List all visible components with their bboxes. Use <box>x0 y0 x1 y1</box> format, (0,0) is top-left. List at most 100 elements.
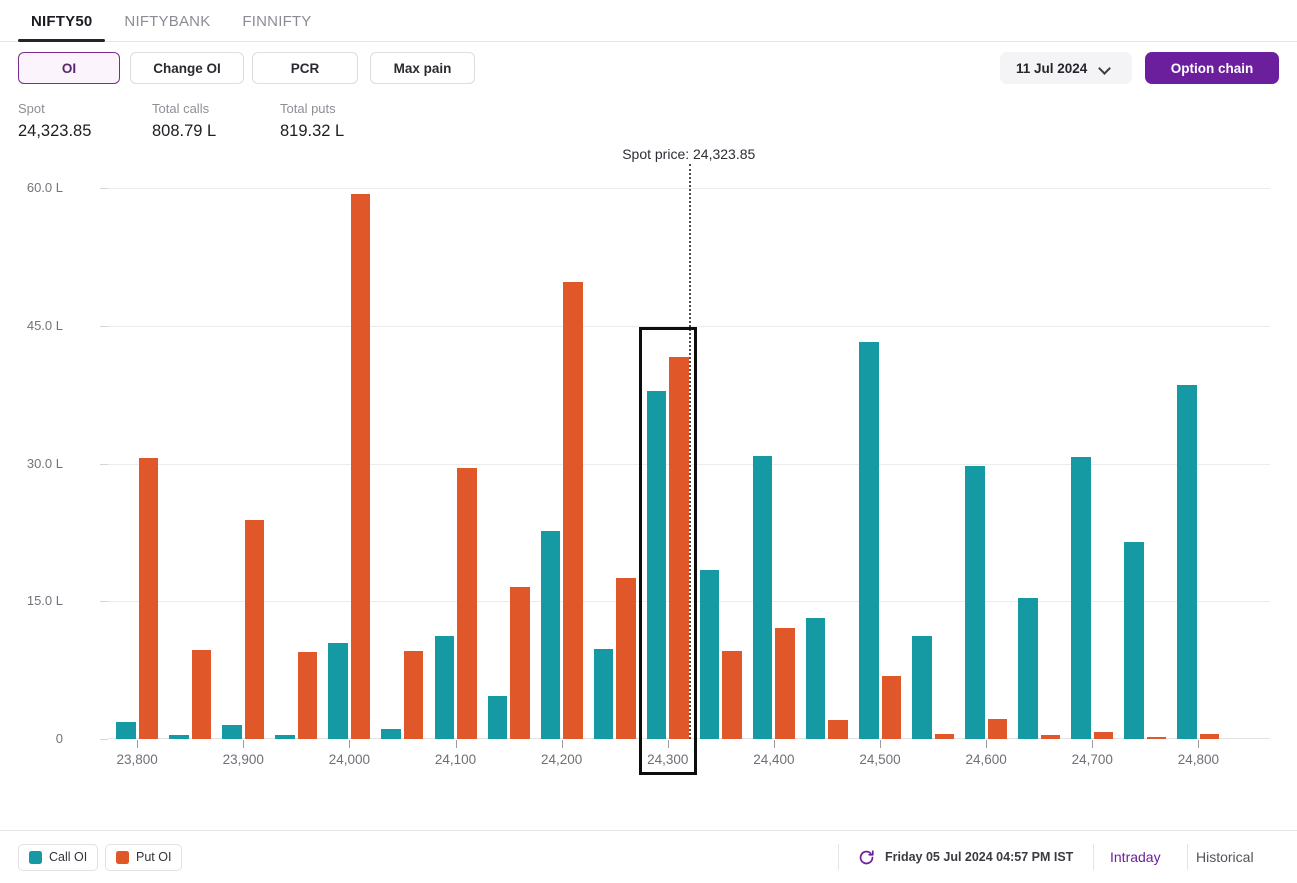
x-axis-tick <box>349 740 351 748</box>
bar-call-oi[interactable] <box>169 735 189 739</box>
x-axis-tick <box>986 740 988 748</box>
bar-call-oi[interactable] <box>859 342 879 739</box>
legend-label-put: Put OI <box>136 850 172 864</box>
x-axis-label: 23,800 <box>116 752 158 767</box>
legend-item-put-oi[interactable]: Put OI <box>105 843 183 871</box>
legend-swatch-put <box>116 850 129 864</box>
x-axis-label: 24,500 <box>859 752 901 767</box>
bar-put-oi[interactable] <box>138 458 159 739</box>
tab-finnifty[interactable]: FINNIFTY <box>229 13 324 41</box>
bar-call-oi[interactable] <box>1071 457 1091 739</box>
bar-call-oi[interactable] <box>965 466 985 739</box>
expiry-date-value: 11 Jul 2024 <box>1016 60 1088 76</box>
bar-put-oi[interactable] <box>722 650 742 739</box>
index-tabbar: NIFTY50 NIFTYBANK FINNIFTY <box>0 0 1297 42</box>
tab-nifty50[interactable]: NIFTY50 <box>18 13 106 42</box>
stat-total-calls: Total calls 808.79 L <box>152 100 280 143</box>
bar-call-oi[interactable] <box>912 636 932 739</box>
last-updated-group: Friday 05 Jul 2024 04:57 PM IST <box>858 849 1073 866</box>
bar-put-oi[interactable] <box>987 718 1008 739</box>
bar-put-oi[interactable] <box>457 468 477 739</box>
bar-put-oi[interactable] <box>191 649 212 739</box>
bar-put-oi[interactable] <box>350 194 371 739</box>
y-axis-tick <box>100 463 108 465</box>
metric-button-oi[interactable]: OI <box>18 52 120 84</box>
bar-call-oi[interactable] <box>805 617 826 739</box>
footer-link-historical[interactable]: Historical <box>1196 849 1254 865</box>
bar-put-oi[interactable] <box>775 627 795 739</box>
bar-call-oi[interactable] <box>1018 597 1038 739</box>
y-axis-tick <box>100 739 108 740</box>
metric-button-pcr[interactable]: PCR <box>252 52 358 84</box>
metric-button-change-oi[interactable]: Change OI <box>130 52 244 84</box>
bar-put-oi[interactable] <box>616 578 636 739</box>
bar-call-oi[interactable] <box>699 570 720 739</box>
y-axis-label: 0 <box>55 731 63 746</box>
stat-total-calls-label: Total calls <box>152 101 210 116</box>
options-oi-chart-page: NIFTY50 NIFTYBANK FINNIFTY OI Change OI … <box>0 0 1297 883</box>
legend-label-call: Call OI <box>49 850 88 864</box>
bar-call-oi[interactable] <box>540 531 561 739</box>
bar-call-oi[interactable] <box>593 649 614 739</box>
bar-put-oi[interactable] <box>828 719 848 739</box>
summary-stats: Spot 24,323.85 Total calls 808.79 L Tota… <box>18 100 408 143</box>
x-axis-label: 24,100 <box>434 752 477 767</box>
footer-divider <box>1187 844 1188 870</box>
legend-item-call-oi[interactable]: Call OI <box>18 843 99 871</box>
x-axis-label: 24,700 <box>1071 752 1113 767</box>
spot-price-line <box>688 164 691 739</box>
bar-put-oi[interactable] <box>1199 733 1220 739</box>
stat-spot-label: Spot <box>18 101 45 116</box>
bar-call-oi[interactable] <box>222 725 242 739</box>
bar-put-oi[interactable] <box>1093 731 1114 739</box>
x-axis-tick <box>243 740 245 748</box>
bar-call-oi[interactable] <box>275 735 295 739</box>
footer-link-intraday[interactable]: Intraday <box>1110 849 1161 865</box>
bar-put-oi[interactable] <box>669 356 689 739</box>
x-axis-label: 24,800 <box>1177 752 1220 767</box>
option-chain-button[interactable]: Option chain <box>1145 52 1279 84</box>
bar-call-oi[interactable] <box>752 456 773 739</box>
footer-divider <box>1093 844 1094 870</box>
bar-put-oi[interactable] <box>403 650 424 739</box>
bar-call-oi[interactable] <box>1124 541 1144 739</box>
bar-call-oi[interactable] <box>1177 385 1197 739</box>
bar-put-oi[interactable] <box>244 519 265 739</box>
x-axis-label: 24,000 <box>328 752 371 767</box>
expiry-date-dropdown[interactable]: 11 Jul 2024 <box>1000 52 1132 84</box>
bar-call-oi[interactable] <box>116 721 136 739</box>
chevron-down-icon <box>1100 63 1111 74</box>
stat-spot: Spot 24,323.85 <box>18 100 152 143</box>
bar-put-oi[interactable] <box>1040 735 1061 739</box>
x-axis-tick <box>1092 740 1094 748</box>
refresh-icon[interactable] <box>858 849 875 866</box>
bar-call-oi[interactable] <box>434 636 455 739</box>
y-axis-label: 15.0 L <box>26 593 63 609</box>
y-axis-label: 30.0 L <box>26 455 63 471</box>
bar-call-oi[interactable] <box>328 642 348 739</box>
bar-put-oi[interactable] <box>881 675 901 739</box>
y-axis-label: 45.0 L <box>26 317 63 333</box>
x-axis-label: 24,300 <box>647 752 689 767</box>
bar-put-oi[interactable] <box>1146 737 1167 739</box>
bar-put-oi[interactable] <box>510 587 530 739</box>
chart-controls: OI Change OI PCR Max pain 11 Jul 2024 Op… <box>0 52 1297 84</box>
last-updated-timestamp: Friday 05 Jul 2024 04:57 PM IST <box>885 850 1074 864</box>
x-axis-tick <box>773 740 775 748</box>
x-axis-tick <box>667 740 669 748</box>
stat-total-puts-value: 819.32 L <box>280 122 345 140</box>
stat-total-puts-label: Total puts <box>280 101 336 116</box>
x-axis-label: 24,600 <box>965 752 1007 767</box>
y-axis-label: 60.0 L <box>26 180 63 195</box>
tab-niftybank[interactable]: NIFTYBANK <box>111 13 223 41</box>
metric-button-max-pain[interactable]: Max pain <box>370 52 475 84</box>
bar-call-oi[interactable] <box>381 728 401 739</box>
bar-call-oi[interactable] <box>487 695 508 739</box>
chart-footer: Call OI Put OI Friday 05 Jul 2024 04:57 … <box>0 830 1297 883</box>
x-axis-label: 24,400 <box>753 752 795 767</box>
bar-call-oi[interactable] <box>646 390 667 739</box>
bar-put-oi[interactable] <box>563 281 583 739</box>
bar-put-oi[interactable] <box>297 651 318 739</box>
bar-put-oi[interactable] <box>934 733 955 739</box>
chart-plot-area: 0 15.0 L 30.0 L 45.0 L 60.0 L 23,800 23,900 24,… <box>27 146 1270 775</box>
